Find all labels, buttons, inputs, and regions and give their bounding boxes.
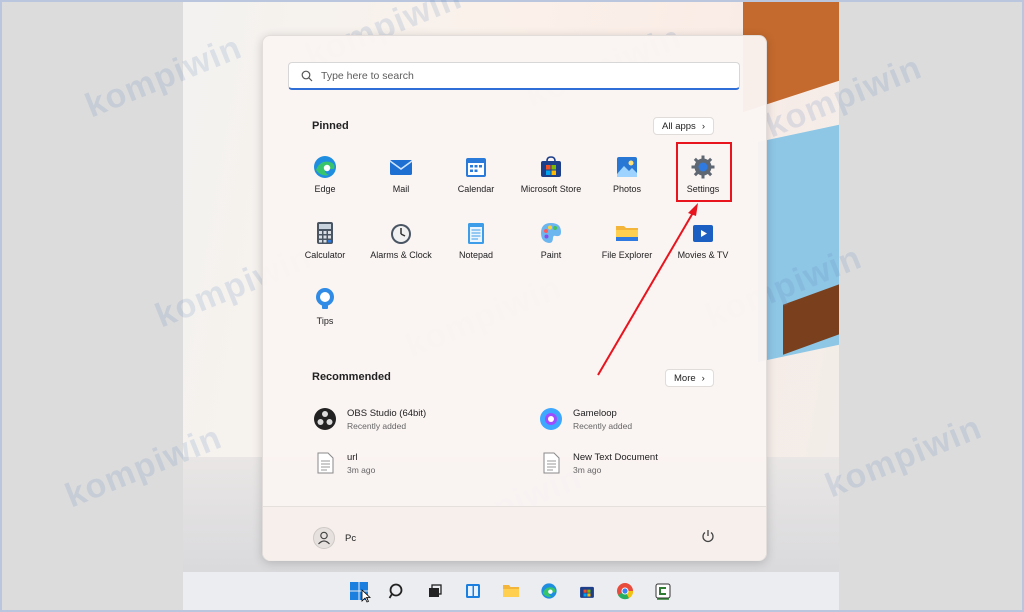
obs-icon	[314, 408, 336, 430]
clock-icon	[391, 224, 411, 244]
paint-icon	[541, 223, 561, 243]
widgets-button[interactable]	[461, 579, 485, 603]
document-icon	[317, 452, 334, 474]
left-margin	[2, 2, 183, 610]
gameloop-icon	[540, 408, 562, 430]
right-margin	[839, 2, 1022, 610]
annotation-arrow	[597, 203, 698, 376]
taskbar-search-button[interactable]	[385, 579, 409, 603]
recommended-title: Recommended	[312, 371, 391, 383]
search-box[interactable]: Type here to search	[288, 62, 740, 90]
mouse-cursor-icon	[361, 589, 371, 603]
all-apps-button[interactable]: All apps ›	[653, 117, 714, 135]
edge-icon	[541, 583, 557, 599]
pinned-title: Pinned	[312, 120, 349, 132]
tips-icon	[316, 288, 334, 309]
settings-highlight-box	[676, 142, 732, 202]
recommended-item-gameloop[interactable]: Gameloop Recently added	[539, 407, 632, 431]
taskbar	[183, 572, 839, 610]
camtasia-icon	[655, 583, 671, 600]
chevron-right-icon: ›	[701, 120, 705, 132]
recommended-item-url[interactable]: url 3m ago	[313, 451, 375, 475]
recommended-item-new-text-document[interactable]: New Text Document 3m ago	[539, 451, 658, 475]
camtasia-taskbar-button[interactable]	[651, 579, 675, 603]
pinned-app-mail[interactable]: Mail	[359, 154, 443, 194]
mail-icon	[389, 160, 413, 175]
edge-icon	[314, 156, 336, 178]
task-view-button[interactable]	[423, 579, 447, 603]
photos-icon	[617, 157, 637, 177]
pinned-app-tips[interactable]: Tips	[283, 286, 367, 326]
pinned-app-notepad[interactable]: Notepad	[434, 220, 518, 260]
search-icon	[388, 583, 403, 599]
calendar-icon	[466, 158, 486, 177]
pinned-app-photos[interactable]: Photos	[585, 154, 669, 194]
pinned-app-calculator[interactable]: Calculator	[283, 220, 367, 260]
start-footer: Pc	[263, 506, 766, 561]
notepad-icon	[468, 223, 484, 244]
document-icon	[543, 452, 560, 474]
calculator-icon	[317, 222, 333, 244]
user-avatar-icon	[313, 527, 335, 549]
task-view-icon	[429, 584, 442, 597]
power-button[interactable]	[701, 529, 715, 548]
widgets-icon	[466, 584, 480, 598]
chrome-taskbar-button[interactable]	[613, 579, 637, 603]
file-explorer-taskbar-button[interactable]	[499, 579, 523, 603]
search-icon	[301, 70, 313, 81]
pinned-app-paint[interactable]: Paint	[509, 220, 593, 260]
pinned-app-edge[interactable]: Edge	[283, 154, 367, 194]
folder-icon	[503, 585, 519, 597]
pinned-app-microsoft-store[interactable]: Microsoft Store	[509, 154, 593, 194]
store-icon	[580, 586, 594, 598]
store-taskbar-button[interactable]	[575, 579, 599, 603]
store-icon	[541, 156, 561, 177]
edge-taskbar-button[interactable]	[537, 579, 561, 603]
search-placeholder: Type here to search	[321, 69, 414, 82]
user-account-button[interactable]: Pc	[313, 527, 356, 549]
chrome-icon	[617, 583, 634, 600]
pinned-app-calendar[interactable]: Calendar	[434, 154, 518, 194]
start-button[interactable]	[347, 579, 371, 603]
recommended-item-obs[interactable]: OBS Studio (64bit) Recently added	[313, 407, 426, 431]
pinned-app-alarms-clock[interactable]: Alarms & Clock	[359, 220, 443, 260]
power-icon	[702, 530, 714, 543]
